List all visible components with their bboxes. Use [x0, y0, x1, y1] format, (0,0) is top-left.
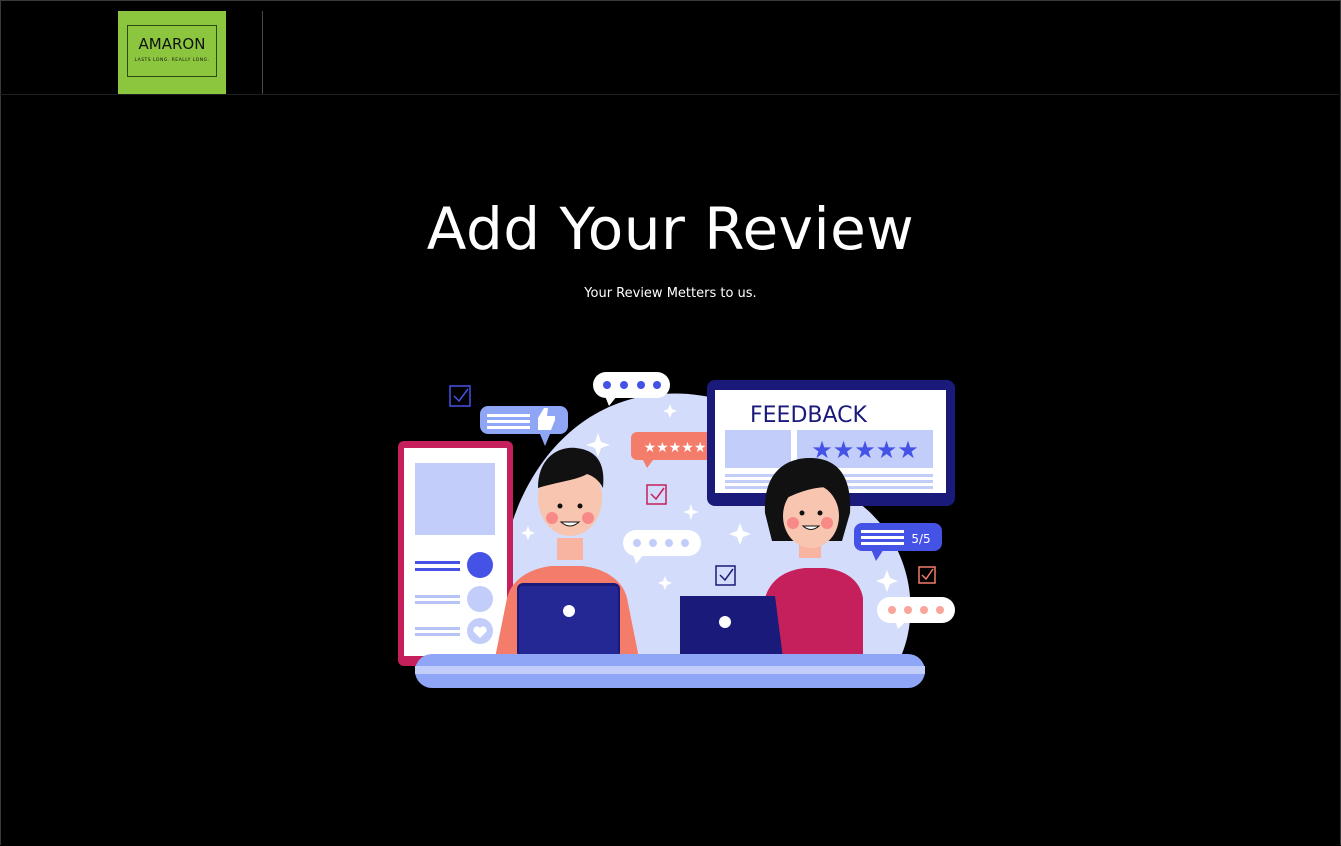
like-bubble: [480, 406, 568, 446]
logo-border: AMARON LASTS LONG. REALLY LONG.: [127, 25, 217, 77]
logo-brand-text: AMARON: [138, 35, 206, 53]
page-title: Add Your Review: [426, 195, 915, 263]
svg-text:★★★★★: ★★★★★: [811, 436, 919, 464]
top-header: AMARON LASTS LONG. REALLY LONG.: [0, 0, 1341, 95]
amaron-logo[interactable]: AMARON LASTS LONG. REALLY LONG.: [118, 11, 226, 94]
logo-tagline: LASTS LONG. REALLY LONG.: [134, 58, 210, 63]
review-illustration: ★★★★★ FEEDBACK ★★★★★ 5/5: [398, 372, 955, 688]
phone-screen-illustration: [398, 441, 513, 666]
svg-text:★★★★★: ★★★★★: [644, 440, 707, 456]
desk: [415, 654, 925, 688]
page-subtitle: Your Review Metters to us.: [584, 286, 757, 301]
rating-label: 5/5: [911, 532, 930, 546]
feedback-label: FEEDBACK: [750, 403, 868, 428]
header-divider: [262, 11, 263, 94]
